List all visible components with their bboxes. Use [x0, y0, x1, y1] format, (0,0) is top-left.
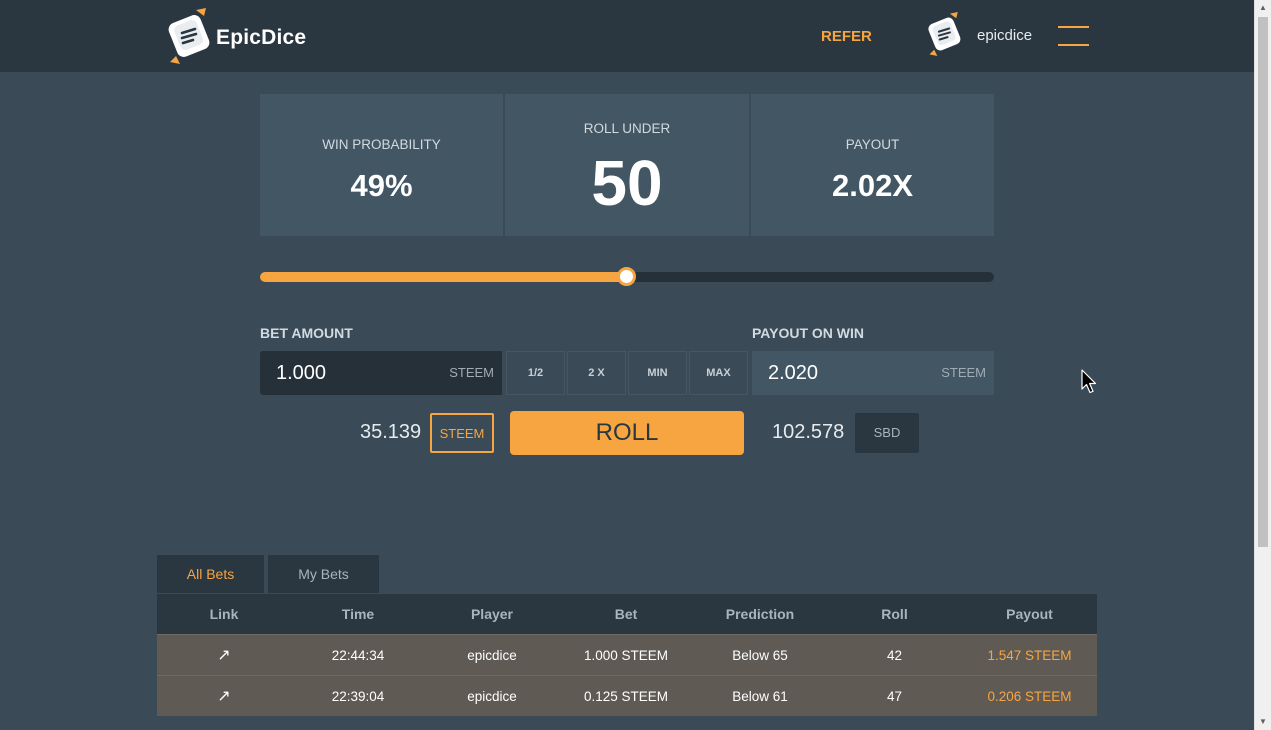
brand-name[interactable]: EpicDice — [216, 26, 306, 50]
roll-under-value: 50 — [591, 147, 663, 219]
bet-amount: 1.000 STEEM — [559, 634, 693, 676]
column-header-prediction: Prediction — [693, 594, 827, 635]
steem-balance: 35.139 — [360, 421, 422, 443]
double-bet-button[interactable]: 2 X — [567, 351, 626, 395]
bet-payout: 0.206 STEEM — [962, 675, 1097, 716]
roll-button[interactable]: ROLL — [510, 411, 744, 455]
payout-on-win-label: PAYOUT ON WIN — [752, 325, 865, 341]
bet-roll: 47 — [827, 675, 962, 716]
external-link-icon[interactable]: ↗ — [217, 647, 230, 664]
column-header-player: Player — [425, 594, 559, 635]
column-header-link: Link — [157, 594, 291, 635]
table-row: ↗ 22:39:04 epicdice 0.125 STEEM Below 61… — [157, 675, 1097, 716]
bet-time: 22:39:04 — [291, 675, 425, 716]
roll-under-panel: ROLL UNDER 50 — [505, 94, 749, 236]
mouse-cursor-icon — [1081, 369, 1097, 394]
scroll-up-arrow-icon[interactable]: ▲ — [1255, 0, 1271, 16]
bet-prediction: Below 61 — [693, 675, 827, 716]
win-probability-label: WIN PROBABILITY — [322, 137, 441, 152]
bet-amount: 0.125 STEEM — [559, 675, 693, 716]
roll-under-label: ROLL UNDER — [583, 121, 671, 136]
bet-player: epicdice — [425, 675, 559, 716]
user-avatar-icon[interactable] — [926, 12, 966, 56]
bet-player: epicdice — [425, 634, 559, 676]
payout-panel: PAYOUT 2.02X — [751, 94, 994, 236]
bet-unit-label: STEEM — [449, 365, 494, 380]
refer-link[interactable]: REFER — [821, 28, 872, 45]
table-header-row: Link Time Player Bet Prediction Roll Pay… — [157, 594, 1097, 635]
tab-my-bets[interactable]: My Bets — [268, 555, 379, 593]
bet-payout: 1.547 STEEM — [962, 634, 1097, 676]
payout-on-win-field[interactable]: STEEM — [752, 351, 994, 395]
tab-all-bets[interactable]: All Bets — [157, 555, 264, 593]
column-header-payout: Payout — [962, 594, 1097, 635]
column-header-time: Time — [291, 594, 425, 635]
payout-value: 2.02X — [831, 168, 913, 203]
sbd-balance: 102.578 — [772, 421, 845, 443]
top-navbar: EpicDice REFER epicdice — [0, 0, 1254, 72]
bet-amount-label: BET AMOUNT — [260, 325, 353, 341]
column-header-bet: Bet — [559, 594, 693, 635]
external-link-icon[interactable]: ↗ — [217, 688, 230, 705]
username[interactable]: epicdice — [977, 27, 1032, 44]
win-probability-panel: WIN PROBABILITY 49% — [260, 94, 503, 236]
payout-unit-label: STEEM — [941, 365, 986, 380]
bet-amount-field[interactable]: STEEM — [260, 351, 502, 395]
bet-prediction: Below 65 — [693, 634, 827, 676]
bets-table: Link Time Player Bet Prediction Roll Pay… — [157, 594, 1097, 716]
bet-roll: 42 — [827, 634, 962, 676]
table-row: ↗ 22:44:34 epicdice 1.000 STEEM Below 65… — [157, 634, 1097, 676]
column-header-roll: Roll — [827, 594, 962, 635]
epicdice-logo-icon[interactable] — [166, 8, 216, 64]
max-bet-button[interactable]: MAX — [689, 351, 748, 395]
scrollbar-thumb[interactable] — [1258, 17, 1268, 547]
min-bet-button[interactable]: MIN — [628, 351, 687, 395]
slider-fill — [260, 272, 627, 282]
bet-time: 22:44:34 — [291, 634, 425, 676]
page-scrollbar[interactable]: ▲ ▼ — [1254, 0, 1271, 730]
hamburger-menu-icon[interactable] — [1058, 26, 1089, 46]
win-probability-value: 49% — [350, 168, 413, 203]
scroll-down-arrow-icon[interactable]: ▼ — [1255, 714, 1271, 730]
slider-handle[interactable] — [617, 267, 636, 286]
steem-currency-button[interactable]: STEEM — [430, 413, 494, 453]
half-bet-button[interactable]: 1/2 — [506, 351, 565, 395]
sbd-currency-button[interactable]: SBD — [855, 413, 919, 453]
payout-label: PAYOUT — [845, 137, 900, 152]
roll-under-slider[interactable] — [260, 267, 994, 286]
